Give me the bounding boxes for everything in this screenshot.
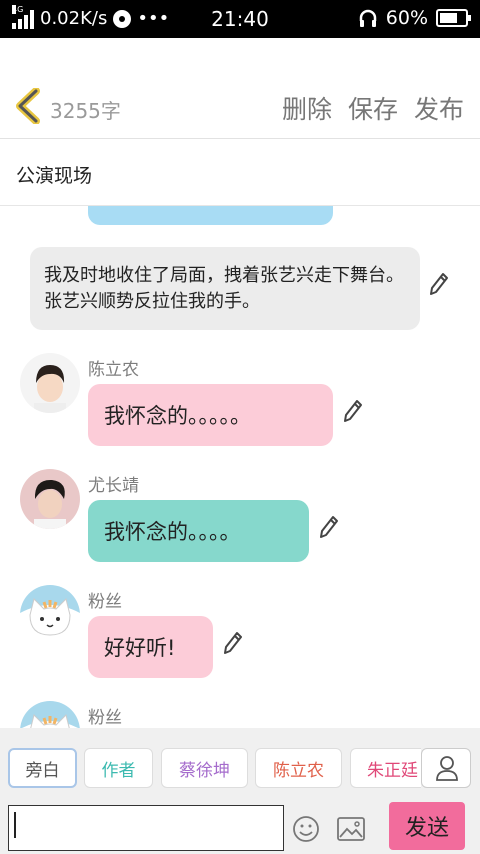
editor-header: 3255字 删除 保存 发布 bbox=[0, 38, 480, 139]
delete-button[interactable]: 删除 bbox=[282, 90, 332, 126]
sender-name: 尤长靖 bbox=[88, 476, 139, 496]
sender-name: 粉丝 bbox=[88, 592, 122, 612]
cat-avatar[interactable] bbox=[20, 701, 80, 728]
input-bar: 发送 bbox=[0, 800, 480, 854]
image-icon[interactable] bbox=[337, 816, 365, 842]
role-character[interactable]: 蔡徐坤 bbox=[161, 748, 248, 788]
edit-pencil-icon[interactable] bbox=[223, 631, 243, 655]
chat-area[interactable]: 我及时地收住了局面，拽着张艺兴走下舞台。张艺兴顺势反拉住我的手。 陈立农 我怀念… bbox=[0, 206, 480, 728]
status-bar: 4G 0.02K/s ••• 21:40 60% bbox=[0, 0, 480, 38]
role-character[interactable]: 朱正廷 bbox=[350, 748, 421, 788]
battery-percent: 60% bbox=[385, 7, 428, 29]
edit-pencil-icon[interactable] bbox=[343, 399, 363, 423]
role-narrator[interactable]: 旁白 bbox=[8, 748, 77, 788]
story-title[interactable]: 公演现场 bbox=[16, 161, 92, 188]
word-count: 3255字 bbox=[50, 99, 121, 123]
headphones-icon bbox=[359, 9, 377, 27]
role-selector-bar: 旁白 作者 蔡徐坤 陈立农 朱正廷 bbox=[0, 728, 480, 800]
message-input[interactable] bbox=[8, 805, 284, 851]
battery-icon bbox=[436, 9, 471, 27]
message-bubble-partial bbox=[88, 206, 333, 225]
message-bubble[interactable]: 我怀念的。。。。 bbox=[88, 500, 309, 562]
role-character[interactable]: 陈立农 bbox=[255, 748, 342, 788]
sender-name: 陈立农 bbox=[88, 360, 139, 380]
edit-pencil-icon[interactable] bbox=[319, 515, 339, 539]
role-author[interactable]: 作者 bbox=[84, 748, 153, 788]
text-cursor bbox=[14, 812, 16, 838]
publish-button[interactable]: 发布 bbox=[414, 90, 464, 126]
edit-pencil-icon[interactable] bbox=[429, 272, 449, 296]
save-button[interactable]: 保存 bbox=[348, 90, 398, 126]
narration-bubble[interactable]: 我及时地收住了局面，拽着张艺兴走下舞台。张艺兴顺势反拉住我的手。 bbox=[30, 247, 420, 330]
emoji-icon[interactable] bbox=[292, 815, 320, 843]
message-bubble[interactable]: 好好听! bbox=[88, 616, 213, 678]
avatar[interactable] bbox=[20, 469, 80, 529]
story-title-row[interactable]: 公演现场 bbox=[0, 139, 480, 206]
header-actions: 删除 保存 发布 bbox=[282, 90, 464, 126]
message-bubble[interactable]: 我怀念的。。。。。 bbox=[88, 384, 333, 446]
cat-avatar[interactable] bbox=[20, 585, 80, 645]
avatar[interactable] bbox=[20, 353, 80, 413]
person-icon bbox=[436, 756, 458, 781]
back-chevron-icon[interactable] bbox=[14, 88, 42, 124]
sender-name: 粉丝 bbox=[88, 708, 122, 728]
send-button[interactable]: 发送 bbox=[389, 802, 465, 850]
contact-button[interactable] bbox=[421, 748, 471, 788]
